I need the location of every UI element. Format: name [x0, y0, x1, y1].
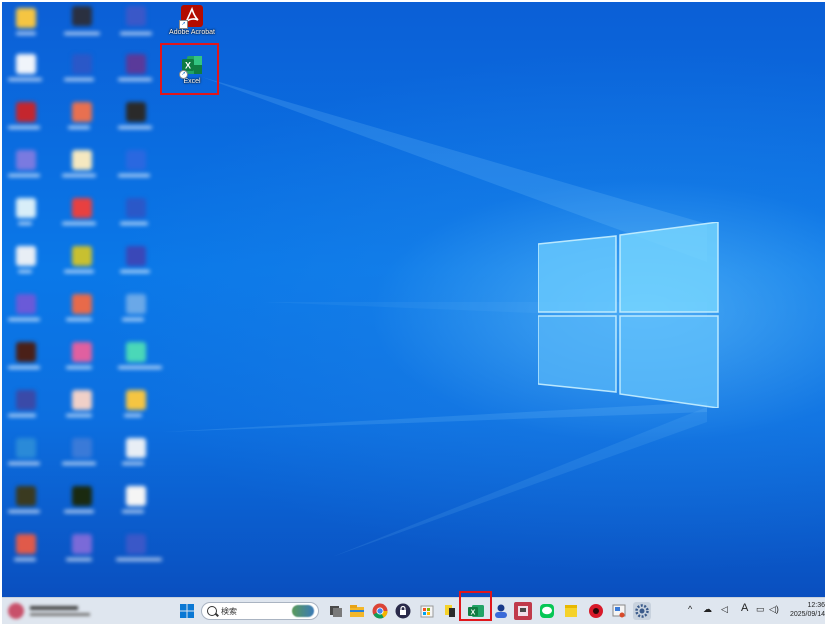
taskbar-user-app[interactable] [492, 602, 510, 620]
taskbar-sticky-notes[interactable] [562, 602, 580, 620]
search-icon [207, 606, 217, 616]
search-box[interactable]: 検索 [201, 602, 319, 620]
sticky-notes-icon [565, 605, 577, 617]
tray-overflow-chevron-icon[interactable]: ^ [688, 604, 692, 614]
windows-start-icon [180, 604, 194, 618]
location-icon[interactable]: ◁ [721, 604, 728, 615]
line-app-icon [540, 604, 554, 618]
taskbar-lock-app[interactable] [394, 602, 412, 620]
taskbar-store[interactable] [418, 602, 436, 620]
onedrive-icon[interactable]: ☁ [703, 604, 712, 615]
user-app-icon [495, 604, 507, 618]
desktop-icon-label: Adobe Acrobat [169, 29, 215, 36]
taskbar-record-app[interactable] [587, 602, 605, 620]
taskbar-paint-app[interactable] [514, 602, 532, 620]
adobe-acrobat-icon: ↗ [179, 5, 203, 29]
taskbar-file-explorer[interactable] [348, 602, 366, 620]
snipping-icon [612, 604, 626, 618]
desktop: ↗ Adobe Acrobat X ↗ Excel [2, 2, 825, 597]
clock[interactable]: 12:36 2025/09/14 [785, 601, 825, 619]
search-highlight-icon [292, 605, 314, 617]
taskbar: 検索 X ^ ☁ ◁ A ▭ ◁) 12:36 2025/09/14 [2, 597, 825, 624]
chrome-icon [372, 603, 388, 619]
settings-icon [635, 604, 649, 618]
taskbar-settings[interactable] [633, 602, 651, 620]
volume-icon[interactable]: ◁) [769, 604, 779, 615]
network-icon[interactable]: ▭ [756, 604, 765, 615]
taskbar-snipping-tool[interactable] [610, 602, 628, 620]
clock-time: 12:36 [807, 602, 825, 609]
weather-widget[interactable] [8, 601, 158, 621]
search-placeholder: 検索 [221, 607, 237, 616]
highlight-box-excel-desktop [160, 43, 219, 95]
task-view-icon [330, 606, 342, 617]
paint-app-icon [518, 606, 528, 616]
blurred-desktop-icons [2, 2, 162, 597]
start-button[interactable] [178, 602, 196, 620]
desktop-icon-adobe-acrobat[interactable]: ↗ Adobe Acrobat [167, 5, 217, 36]
clock-date: 2025/09/14 [789, 611, 825, 618]
sticky-app-icon [445, 605, 455, 617]
taskbar-line[interactable] [538, 602, 556, 620]
task-view-button[interactable] [327, 602, 345, 620]
taskbar-chrome[interactable] [371, 602, 389, 620]
lock-app-icon [395, 603, 411, 619]
file-explorer-icon [350, 605, 364, 617]
taskbar-sticky-app[interactable] [441, 602, 459, 620]
store-icon [420, 605, 434, 618]
windows-logo-wallpaper [538, 222, 719, 408]
highlight-box-excel-taskbar [459, 591, 492, 621]
record-icon [589, 604, 603, 618]
ime-indicator[interactable]: A [741, 602, 748, 614]
